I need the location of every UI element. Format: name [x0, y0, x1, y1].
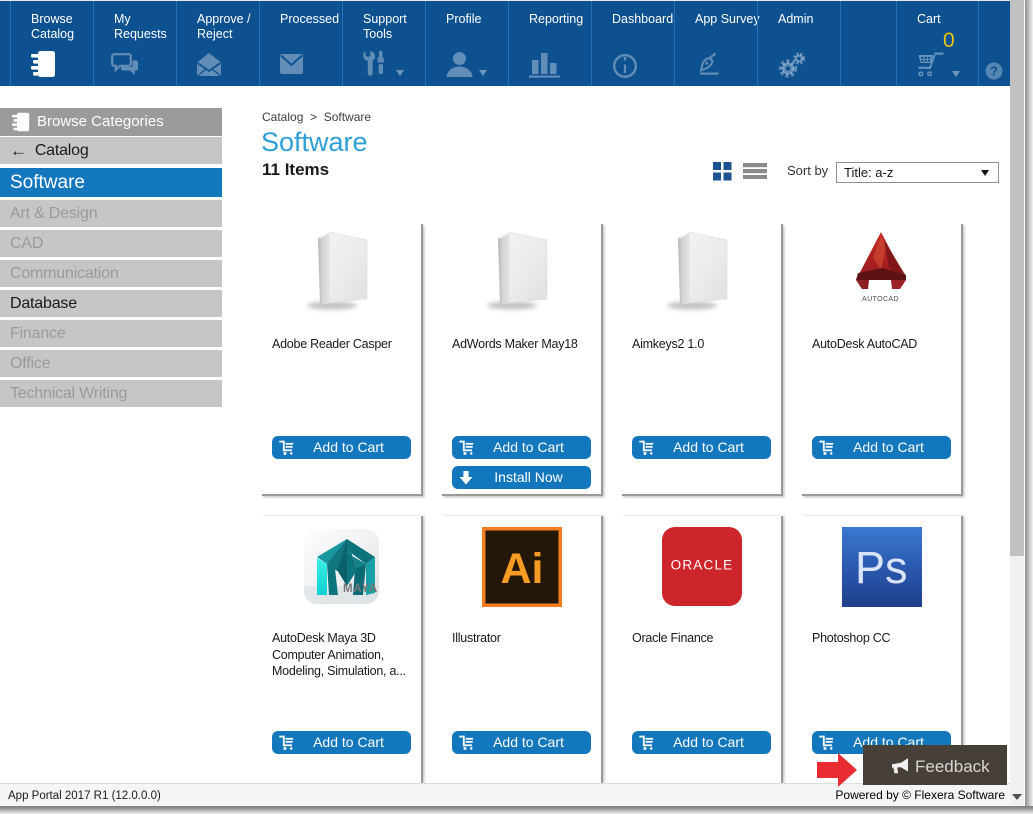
svg-text:?: ? — [990, 64, 998, 79]
